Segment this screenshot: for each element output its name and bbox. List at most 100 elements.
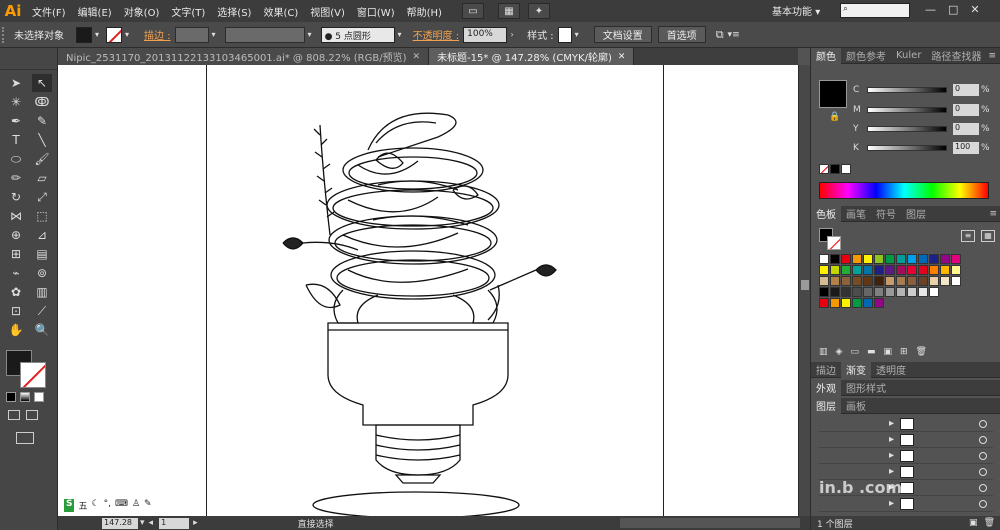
width-tool-icon[interactable]: ⋈: [6, 207, 26, 225]
line-tool-icon[interactable]: ╲: [32, 131, 52, 149]
color-swatch[interactable]: [874, 276, 884, 286]
tab-graphic-layers[interactable]: 图层: [901, 206, 931, 221]
shape-builder-tool-icon[interactable]: ⊕: [6, 226, 26, 244]
new-swatch-icon[interactable]: ⊞: [900, 347, 908, 357]
new-folder-icon[interactable]: ▣: [883, 347, 892, 357]
color-mode-icon[interactable]: [6, 392, 16, 402]
slider-c[interactable]: C 0 %: [853, 84, 990, 96]
color-swatch[interactable]: [929, 276, 939, 286]
layer-row[interactable]: ▸: [819, 496, 993, 512]
color-swatch[interactable]: [907, 287, 917, 297]
color-swatch[interactable]: [929, 287, 939, 297]
color-swatch[interactable]: [874, 254, 884, 264]
free-transform-tool-icon[interactable]: ⬚: [32, 207, 52, 225]
search-input[interactable]: ⌕: [840, 3, 910, 18]
color-swatch[interactable]: [819, 276, 829, 286]
menu-help[interactable]: 帮助(H): [401, 4, 448, 19]
layer-row[interactable]: ▸: [819, 448, 993, 464]
graph-tool-icon[interactable]: ▥: [32, 283, 52, 301]
color-swatch[interactable]: [841, 254, 851, 264]
slider-m[interactable]: M 0 %: [853, 104, 990, 116]
chevron-down-icon[interactable]: ▾: [122, 30, 132, 39]
color-swatch[interactable]: [841, 298, 851, 308]
style-swatch[interactable]: [557, 26, 572, 43]
target-icon[interactable]: [979, 435, 987, 444]
canvas[interactable]: [58, 65, 798, 516]
group-icon[interactable]: ▬: [867, 347, 876, 357]
color-swatch[interactable]: [852, 276, 862, 286]
fill-swatch[interactable]: [76, 26, 92, 43]
slider-track[interactable]: [867, 126, 947, 132]
chevron-down-icon[interactable]: ▾: [140, 518, 145, 528]
chevron-down-icon[interactable]: ▾: [92, 30, 102, 39]
horizontal-scrollbar[interactable]: [620, 518, 800, 528]
stroke-swatch[interactable]: [827, 236, 841, 250]
selection-tool-icon[interactable]: ➤: [6, 74, 26, 92]
color-swatch[interactable]: [951, 276, 961, 286]
color-swatch[interactable]: [852, 265, 862, 275]
color-swatch[interactable]: [863, 254, 873, 264]
color-swatch[interactable]: [841, 265, 851, 275]
target-icon[interactable]: [979, 483, 987, 492]
color-swatch[interactable]: [863, 265, 873, 275]
chevron-right-icon[interactable]: ›: [507, 30, 517, 39]
channel-value[interactable]: 0: [953, 104, 979, 116]
artboard-tool-icon[interactable]: ⊡: [6, 302, 26, 320]
zoom-field[interactable]: 147.28: [102, 517, 138, 529]
color-swatch[interactable]: [863, 298, 873, 308]
minimize-button[interactable]: —: [925, 3, 936, 16]
tab-brushes[interactable]: 画笔: [841, 206, 871, 221]
layer-row[interactable]: ▸: [819, 432, 993, 448]
color-swatch[interactable]: [951, 265, 961, 275]
tab-kuler[interactable]: Kuler: [891, 50, 926, 61]
artboard-number-field[interactable]: 1: [159, 517, 190, 529]
grid-view-icon[interactable]: ▦: [981, 230, 995, 242]
color-swatch[interactable]: [830, 254, 840, 264]
panel-menu-icon[interactable]: ≡: [989, 209, 1000, 219]
tab-gradient[interactable]: 渐变: [841, 361, 871, 378]
direct-selection-tool-icon[interactable]: ↖: [32, 74, 52, 92]
pencil-tool-icon[interactable]: ✏: [6, 169, 26, 187]
panel-menu-icon[interactable]: ▾≡: [728, 30, 740, 40]
menu-file[interactable]: 文件(F): [26, 4, 72, 19]
paintbrush-tool-icon[interactable]: 🖌: [32, 150, 52, 168]
gradient-mode-icon[interactable]: [20, 392, 30, 402]
menu-type[interactable]: 文字(T): [165, 4, 211, 19]
color-swatch[interactable]: [863, 287, 873, 297]
swatch-fill-stroke[interactable]: [819, 228, 841, 250]
none-mode-icon[interactable]: [34, 392, 44, 402]
expand-arrow-icon[interactable]: ▸: [889, 466, 894, 477]
close-button[interactable]: ✕: [970, 3, 979, 16]
color-swatch[interactable]: [830, 298, 840, 308]
color-swatch[interactable]: [951, 254, 961, 264]
none-swatch[interactable]: [819, 164, 829, 174]
color-swatch[interactable]: [852, 287, 862, 297]
color-swatch[interactable]: [819, 298, 829, 308]
color-swatch[interactable]: [830, 287, 840, 297]
bridge-button[interactable]: ▭: [461, 3, 484, 19]
slice-tool-icon[interactable]: ⟋: [32, 302, 52, 320]
screen-mode-icon[interactable]: [16, 432, 34, 444]
channel-value[interactable]: 100: [953, 142, 979, 154]
delete-layer-icon[interactable]: 🗑: [984, 518, 995, 528]
brush-definition-field[interactable]: ● 5 点圆形: [320, 26, 395, 43]
color-swatch[interactable]: [830, 265, 840, 275]
target-icon[interactable]: [979, 499, 987, 508]
menu-window[interactable]: 窗口(W): [351, 4, 401, 19]
curvature-tool-icon[interactable]: ✎: [32, 112, 52, 130]
color-swatch[interactable]: [940, 276, 950, 286]
mesh-tool-icon[interactable]: ⊞: [6, 245, 26, 263]
draw-behind-icon[interactable]: [26, 410, 38, 420]
magic-wand-tool-icon[interactable]: ✳: [6, 93, 26, 111]
color-fill-preview[interactable]: [819, 80, 847, 108]
opacity-field[interactable]: 100%: [463, 26, 508, 43]
document-setup-button[interactable]: 文档设置: [593, 26, 652, 43]
scale-tool-icon[interactable]: ⤢: [32, 188, 52, 206]
workspace-switcher[interactable]: 基本功能 ▾: [772, 3, 820, 18]
color-swatch[interactable]: [830, 276, 840, 286]
color-swatch[interactable]: [874, 287, 884, 297]
tab-stroke[interactable]: 描边: [811, 362, 841, 377]
color-swatch[interactable]: [907, 254, 917, 264]
color-swatch[interactable]: [863, 276, 873, 286]
color-swatch[interactable]: [907, 276, 917, 286]
